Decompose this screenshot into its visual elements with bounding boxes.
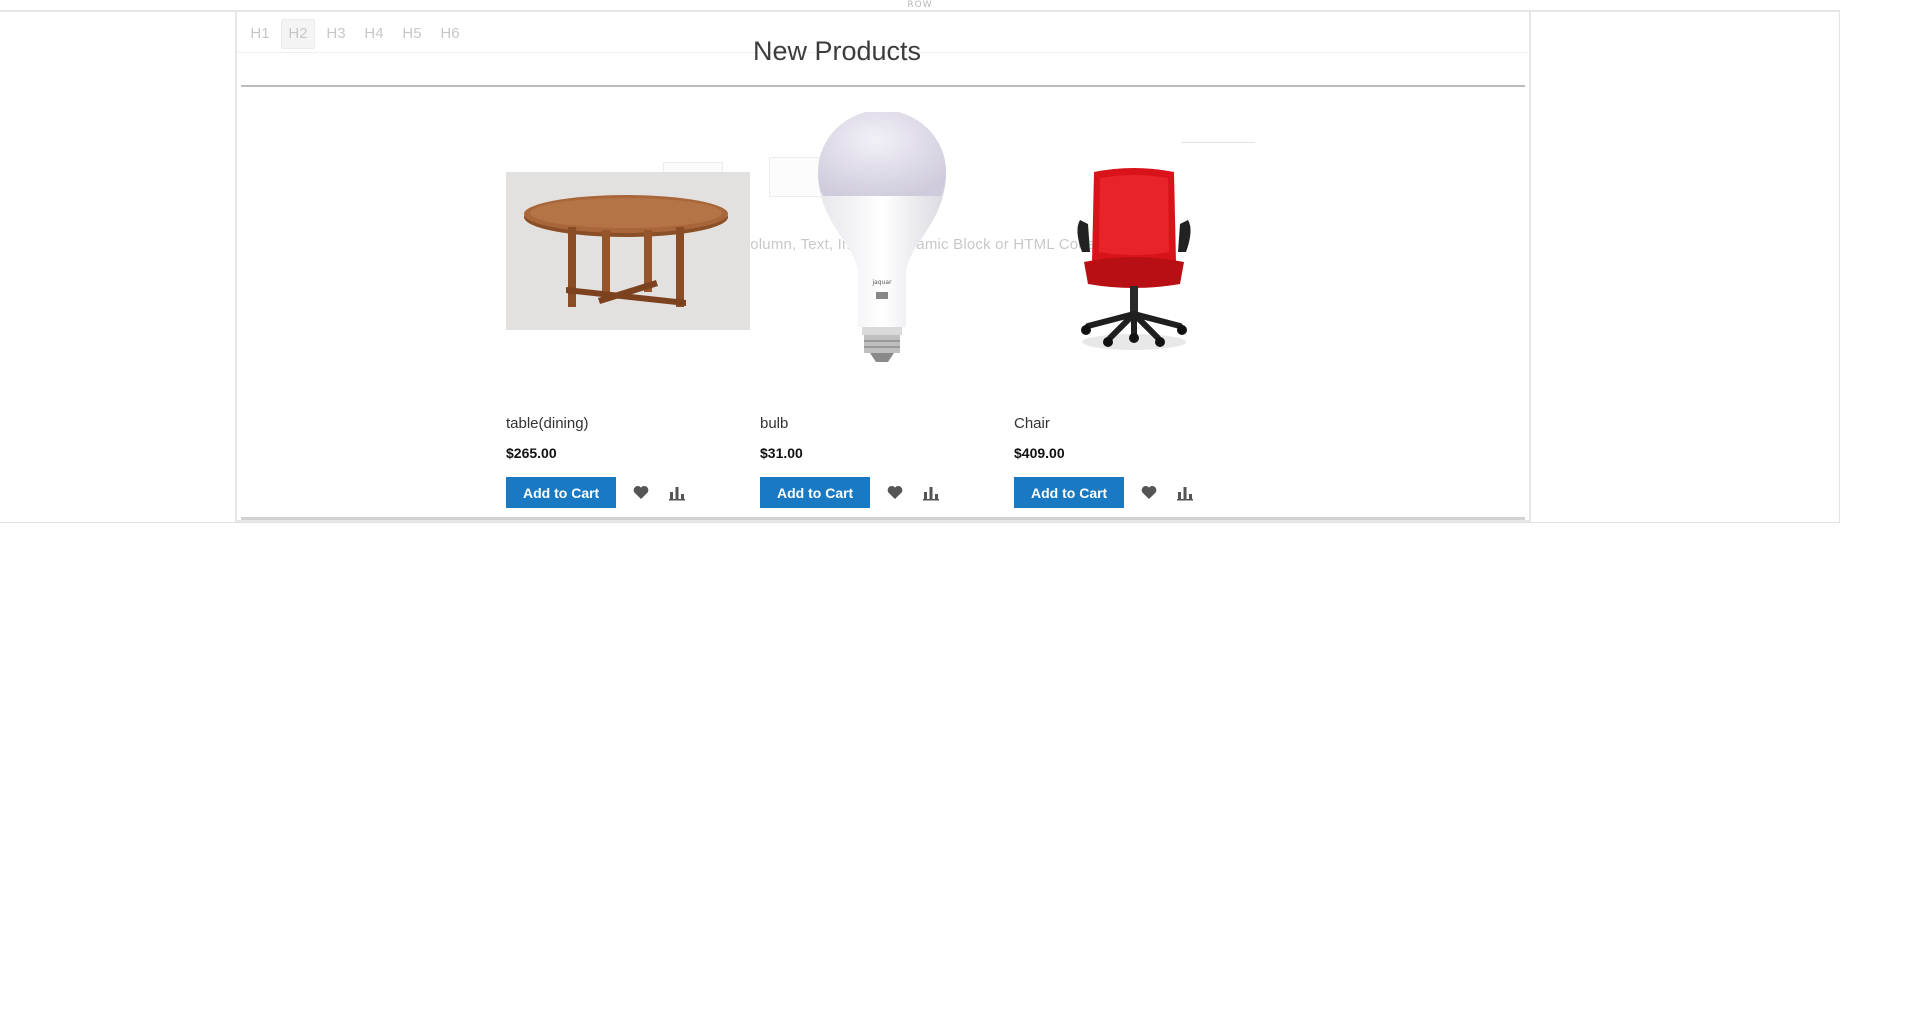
product-image-table[interactable]	[506, 112, 750, 372]
svg-text:jaquar: jaquar	[871, 279, 892, 286]
compare-bars-icon[interactable]	[666, 482, 688, 504]
product-image-chair[interactable]	[1014, 112, 1258, 372]
add-to-cart-button[interactable]: Add to Cart	[506, 477, 617, 508]
product-actions: Add to Cart	[506, 477, 688, 508]
block-bottom-divider	[241, 517, 1525, 520]
product-name[interactable]: table(dining)	[506, 415, 589, 432]
product-actions: Add to Cart	[1014, 477, 1196, 508]
products-block-stage: H1 H2 H3 H4 H5 H6 New Products Drag Row,…	[235, 12, 1531, 522]
compare-bars-icon[interactable]	[1174, 482, 1196, 504]
heart-icon[interactable]	[1138, 482, 1160, 504]
product-price: $265.00	[506, 445, 557, 461]
add-to-cart-button[interactable]: Add to Cart	[760, 477, 871, 508]
product-image-bulb[interactable]: jaquar	[760, 110, 1004, 372]
block-title[interactable]: New Products	[237, 36, 1437, 67]
heart-icon[interactable]	[884, 482, 906, 504]
product-item: Chair $409.00 Add to Cart	[1014, 112, 1258, 508]
product-item: table(dining) $265.00 Add to Cart	[506, 112, 750, 508]
row-label: ROW	[907, 0, 933, 10]
product-price: $31.00	[760, 445, 803, 461]
product-price: $409.00	[1014, 445, 1065, 461]
compare-bars-icon[interactable]	[920, 482, 942, 504]
add-to-cart-button[interactable]: Add to Cart	[1014, 477, 1125, 508]
product-name[interactable]: Chair	[1014, 415, 1050, 432]
title-divider	[241, 85, 1525, 87]
product-item: jaquar bulb $31.00 Add to Cart	[760, 110, 1004, 508]
product-actions: Add to Cart	[760, 477, 942, 508]
heart-icon[interactable]	[630, 482, 652, 504]
product-name[interactable]: bulb	[760, 415, 788, 432]
